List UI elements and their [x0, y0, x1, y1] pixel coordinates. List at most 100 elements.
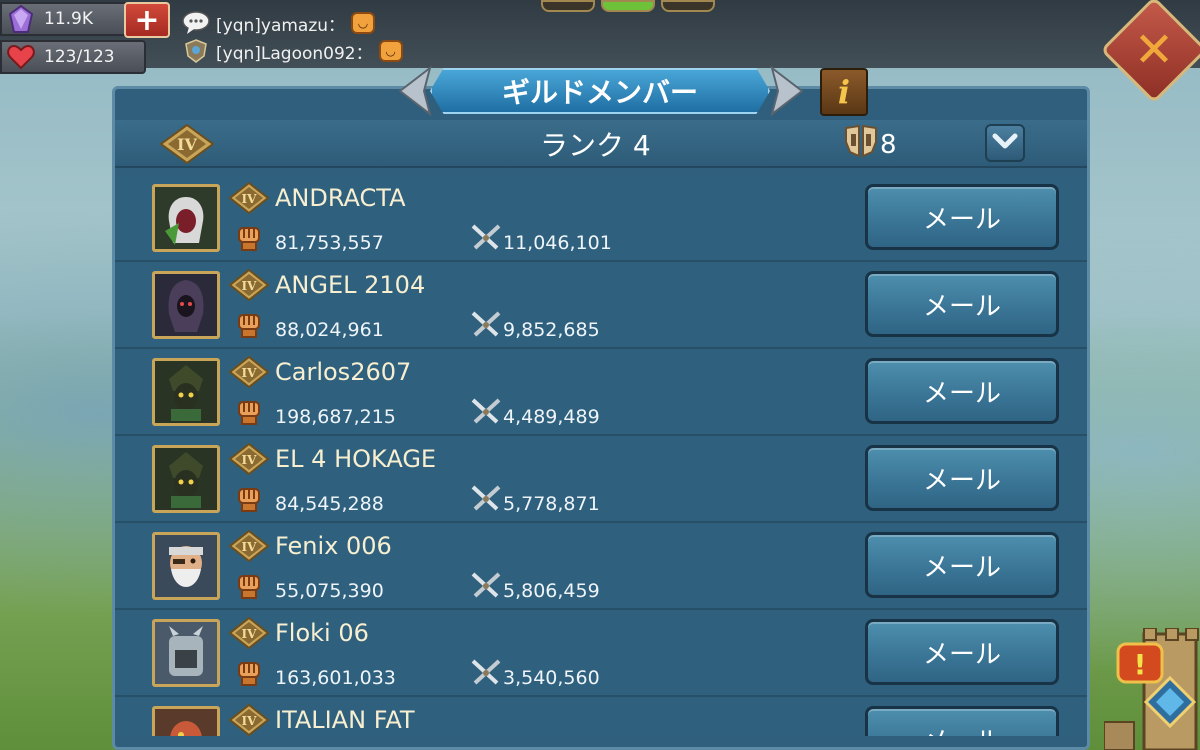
castle-icon[interactable]: ! [1103, 627, 1200, 750]
rank-badge-icon: IV [228, 703, 270, 736]
member-name[interactable]: ANGEL 2104 [275, 271, 425, 299]
avatar[interactable] [152, 184, 220, 252]
rank-label: IV [242, 192, 258, 206]
member-name[interactable]: EL 4 HOKAGE [275, 445, 436, 473]
crossed-swords-icon [469, 659, 503, 687]
svg-text:!: ! [1134, 648, 1147, 681]
avatar[interactable] [152, 619, 220, 687]
member-might: 81,753,557 [275, 232, 384, 254]
member-name[interactable]: Floki 06 [275, 619, 369, 647]
mail-button[interactable]: メール [865, 445, 1059, 511]
member-row: IV Carlos2607 198,687,215 4,489,489 メール [115, 350, 1087, 436]
mail-button[interactable]: メール [865, 706, 1059, 736]
rank-label: IV [242, 627, 258, 641]
mail-button[interactable]: メール [865, 271, 1059, 337]
gems-value: 11.9K [44, 9, 93, 29]
fist-icon [236, 659, 262, 687]
member-name[interactable]: Carlos2607 [275, 358, 411, 386]
fist-icon [236, 311, 262, 339]
rank-label: IV [242, 279, 258, 293]
fist-icon [236, 485, 262, 513]
page-dot [541, 0, 595, 12]
page-dot-active [601, 0, 655, 12]
gems-resource[interactable]: 11.9K [0, 2, 130, 36]
rank-badge-icon: IV [228, 442, 270, 476]
member-might: 84,545,288 [275, 493, 384, 515]
member-kills: 5,806,459 [503, 580, 600, 602]
rank-label: IV [242, 453, 258, 467]
page-indicator [541, 0, 715, 12]
mail-button[interactable]: メール [865, 184, 1059, 250]
member-list[interactable]: IV ANDRACTA 81,753,557 11,046,101 メール IV… [115, 176, 1087, 736]
member-might: 163,601,033 [275, 667, 396, 689]
member-kills: 4,489,489 [503, 406, 600, 428]
avatar[interactable] [152, 445, 220, 513]
heart-icon [6, 42, 36, 72]
rank-badge-icon: IV [228, 268, 270, 302]
crossed-swords-icon [469, 311, 503, 339]
member-might: 198,687,215 [275, 406, 396, 428]
guild-crest-icon [180, 38, 212, 64]
chat-line[interactable]: [yqn]Lagoon092： ◡ [180, 38, 403, 64]
chat-line[interactable]: [yqn]yamazu： ◡ [180, 10, 376, 36]
fist-icon [236, 572, 262, 600]
page-dot [661, 0, 715, 12]
mail-button[interactable]: メール [865, 532, 1059, 598]
stamina-resource[interactable]: 123/123 [0, 40, 146, 74]
member-row: IV EL 4 HOKAGE 84,545,288 5,778,871 メール [115, 437, 1087, 523]
prev-arrow-icon[interactable] [398, 66, 432, 116]
rank-label: IV [242, 540, 258, 554]
member-kills: 3,540,560 [503, 667, 600, 689]
stamina-value: 123/123 [44, 47, 115, 67]
fist-icon [236, 224, 262, 252]
member-name[interactable]: Fenix 006 [275, 532, 392, 560]
add-gems-button[interactable]: + [124, 2, 170, 38]
next-arrow-icon[interactable] [770, 66, 804, 116]
rank-badge-icon: IV [228, 616, 270, 650]
crossed-swords-icon [469, 572, 503, 600]
mail-button[interactable]: メール [865, 358, 1059, 424]
rank-label: IV [242, 714, 258, 728]
member-count: 8 [842, 124, 897, 165]
member-name[interactable]: ANDRACTA [275, 184, 406, 212]
chevron-down-icon [992, 132, 1018, 154]
member-count-value: 8 [880, 129, 897, 160]
member-name[interactable]: ITALIAN FAT [275, 706, 415, 734]
gem-icon [6, 4, 36, 34]
avatar[interactable] [152, 358, 220, 426]
rank-badge-icon: IV [159, 123, 215, 165]
close-x-icon[interactable]: ✕ [1116, 12, 1192, 88]
info-button[interactable]: i [820, 68, 868, 116]
chat-bubble-icon [180, 10, 212, 36]
emoji-icon: ◡ [351, 12, 376, 34]
member-might: 88,024,961 [275, 319, 384, 341]
member-kills: 11,046,101 [503, 232, 612, 254]
rank-badge-icon: IV [228, 181, 270, 215]
page-title: ギルドメンバー [430, 68, 770, 114]
mail-button[interactable]: メール [865, 619, 1059, 685]
rank-label: IV [242, 366, 258, 380]
helmet-icon [842, 124, 880, 165]
emoji-icon: ◡ [378, 40, 403, 62]
chat-message: [yqn]Lagoon092： [216, 43, 373, 64]
rank-badge-icon: IV [228, 355, 270, 389]
rank-badge-label: IV [177, 135, 197, 154]
fist-icon [236, 398, 262, 426]
member-row: IV ANDRACTA 81,753,557 11,046,101 メール [115, 176, 1087, 262]
member-row: IV Floki 06 163,601,033 3,540,560 メール [115, 611, 1087, 697]
chat-message: [yqn]yamazu： [216, 15, 346, 36]
avatar[interactable] [152, 532, 220, 600]
avatar[interactable] [152, 706, 220, 736]
member-row: IV Fenix 006 55,075,390 5,806,459 メール [115, 524, 1087, 610]
member-might: 55,075,390 [275, 580, 384, 602]
crossed-swords-icon [469, 485, 503, 513]
member-kills: 9,852,685 [503, 319, 600, 341]
rank-dropdown-button[interactable] [985, 124, 1025, 162]
crossed-swords-icon [469, 224, 503, 252]
member-row: IV ITALIAN FAT メール [115, 698, 1087, 736]
avatar[interactable] [152, 271, 220, 339]
rank-title: ランク 4 [540, 129, 651, 162]
member-row: IV ANGEL 2104 88,024,961 9,852,685 メール [115, 263, 1087, 349]
member-kills: 5,778,871 [503, 493, 600, 515]
crossed-swords-icon [469, 398, 503, 426]
